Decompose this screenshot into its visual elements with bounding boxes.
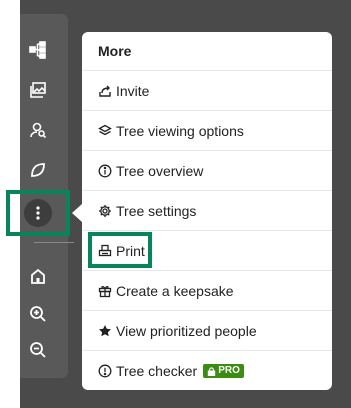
menu-item-tree-viewing-options[interactable]: Tree viewing options [82, 111, 332, 151]
star-icon [98, 324, 112, 338]
menu-item-label: Tree checker [116, 363, 198, 379]
hints-leaf-icon [29, 161, 47, 179]
menu-item-invite[interactable]: Invite [82, 71, 332, 111]
menu-item-label: Create a keepsake [116, 282, 234, 299]
gift-icon [98, 284, 112, 298]
tree-structure-button[interactable] [20, 32, 56, 68]
home-icon [29, 267, 47, 285]
zoom-out-button[interactable] [20, 332, 56, 368]
menu-item-print[interactable]: Print [82, 231, 332, 271]
menu-item-label: Tree overview [116, 162, 204, 179]
menu-item-view-prioritized-people[interactable]: View prioritized people [82, 311, 332, 351]
menu-item-tree-overview[interactable]: Tree overview [82, 151, 332, 191]
share-icon [98, 84, 112, 98]
lock-icon [207, 366, 216, 376]
menu-pointer [72, 204, 82, 222]
info-icon [98, 164, 112, 178]
menu-item-label: Tree viewing options [116, 122, 244, 139]
menu-header: More [82, 32, 332, 71]
pro-badge-label: PRO [218, 365, 240, 376]
search-person-button[interactable] [20, 112, 56, 148]
menu-item-tree-settings[interactable]: Tree settings [82, 191, 332, 231]
more-button-circle [24, 199, 52, 227]
zoom-in-icon [29, 305, 47, 323]
menu-item-create-keepsake[interactable]: Create a keepsake [82, 271, 332, 311]
gear-icon [98, 204, 112, 218]
zoom-in-button[interactable] [20, 296, 56, 332]
menu-item-label: Tree settings [116, 202, 197, 219]
menu-item-tree-checker[interactable]: Tree checker PRO [82, 351, 332, 391]
pro-badge: PRO [203, 364, 244, 378]
print-highlight-box [88, 232, 152, 268]
photos-button[interactable] [20, 72, 56, 108]
toolbar-divider [34, 242, 74, 243]
more-icon [29, 204, 47, 222]
home-button[interactable] [20, 258, 56, 294]
menu-item-label: View prioritized people [116, 322, 257, 339]
zoom-out-icon [29, 341, 47, 359]
layers-icon [98, 124, 112, 138]
more-menu: More Invite Tree viewing options Tree ov… [82, 32, 332, 390]
menu-item-label: Invite [116, 82, 150, 99]
more-button[interactable] [6, 190, 70, 236]
tree-toolbar [6, 14, 74, 378]
alert-icon [98, 364, 112, 378]
photos-icon [29, 81, 47, 99]
tree-structure-icon [29, 41, 47, 59]
hints-button[interactable] [20, 152, 56, 188]
search-person-icon [29, 121, 47, 139]
